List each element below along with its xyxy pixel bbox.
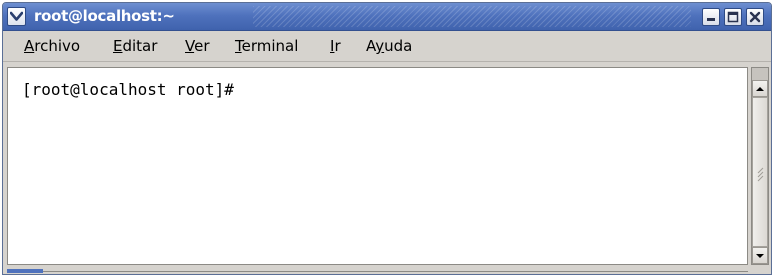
menu-editar[interactable]: Editar <box>113 37 157 55</box>
menu-ayuda-mnemonic: y <box>375 37 385 55</box>
menu-terminal[interactable]: Terminal <box>235 37 298 55</box>
menu-archivo-mnemonic: A <box>24 37 35 55</box>
menu-ver[interactable]: Ver <box>185 37 210 55</box>
arrow-up-icon <box>756 86 764 91</box>
scroll-up-button[interactable] <box>752 80 768 97</box>
window-bottom-frame <box>7 265 748 270</box>
maximize-button[interactable] <box>724 8 742 26</box>
shell-prompt: [root@localhost root]# <box>22 80 234 99</box>
menu-ir[interactable]: Ir <box>330 37 341 55</box>
window-bottom-edge <box>43 271 748 272</box>
menu-terminal-label: erminal <box>241 37 299 55</box>
menu-editar-label: ditar <box>122 37 158 55</box>
menu-ver-label: er <box>194 37 210 55</box>
terminal-output[interactable]: [root@localhost root]# <box>7 67 748 265</box>
menu-ayuda-label: uda <box>384 37 413 55</box>
window-title: root@localhost:~ <box>34 7 175 25</box>
maximize-icon <box>727 11 739 23</box>
window-bottom-accent <box>7 269 43 273</box>
menu-archivo-label: rchivo <box>34 37 81 55</box>
chevron-down-icon <box>10 11 23 21</box>
menu-ayuda-label-start: A <box>366 37 376 55</box>
menu-ayuda[interactable]: Ayuda <box>366 37 412 55</box>
minimize-button[interactable] <box>702 8 720 26</box>
vertical-scrollbar[interactable] <box>751 67 769 265</box>
scrollbar-thumb[interactable] <box>752 97 768 247</box>
window-menu-button[interactable] <box>7 7 26 26</box>
close-button[interactable] <box>746 8 764 26</box>
menu-terminal-mnemonic: T <box>235 37 242 55</box>
menu-bar: Archivo Editar Ver Terminal Ir Ayuda <box>3 31 771 62</box>
menu-ir-label: r <box>334 37 341 55</box>
title-bar[interactable]: root@localhost:~ <box>3 3 771 31</box>
menu-ver-mnemonic: V <box>185 37 195 55</box>
menu-archivo[interactable]: Archivo <box>24 37 80 55</box>
terminal-window: root@localhost:~ Archivo Editar Ver Term… <box>2 2 772 275</box>
minimize-icon <box>707 18 715 21</box>
arrow-down-icon <box>756 253 764 258</box>
close-icon <box>749 11 761 23</box>
scroll-down-button[interactable] <box>752 247 768 264</box>
